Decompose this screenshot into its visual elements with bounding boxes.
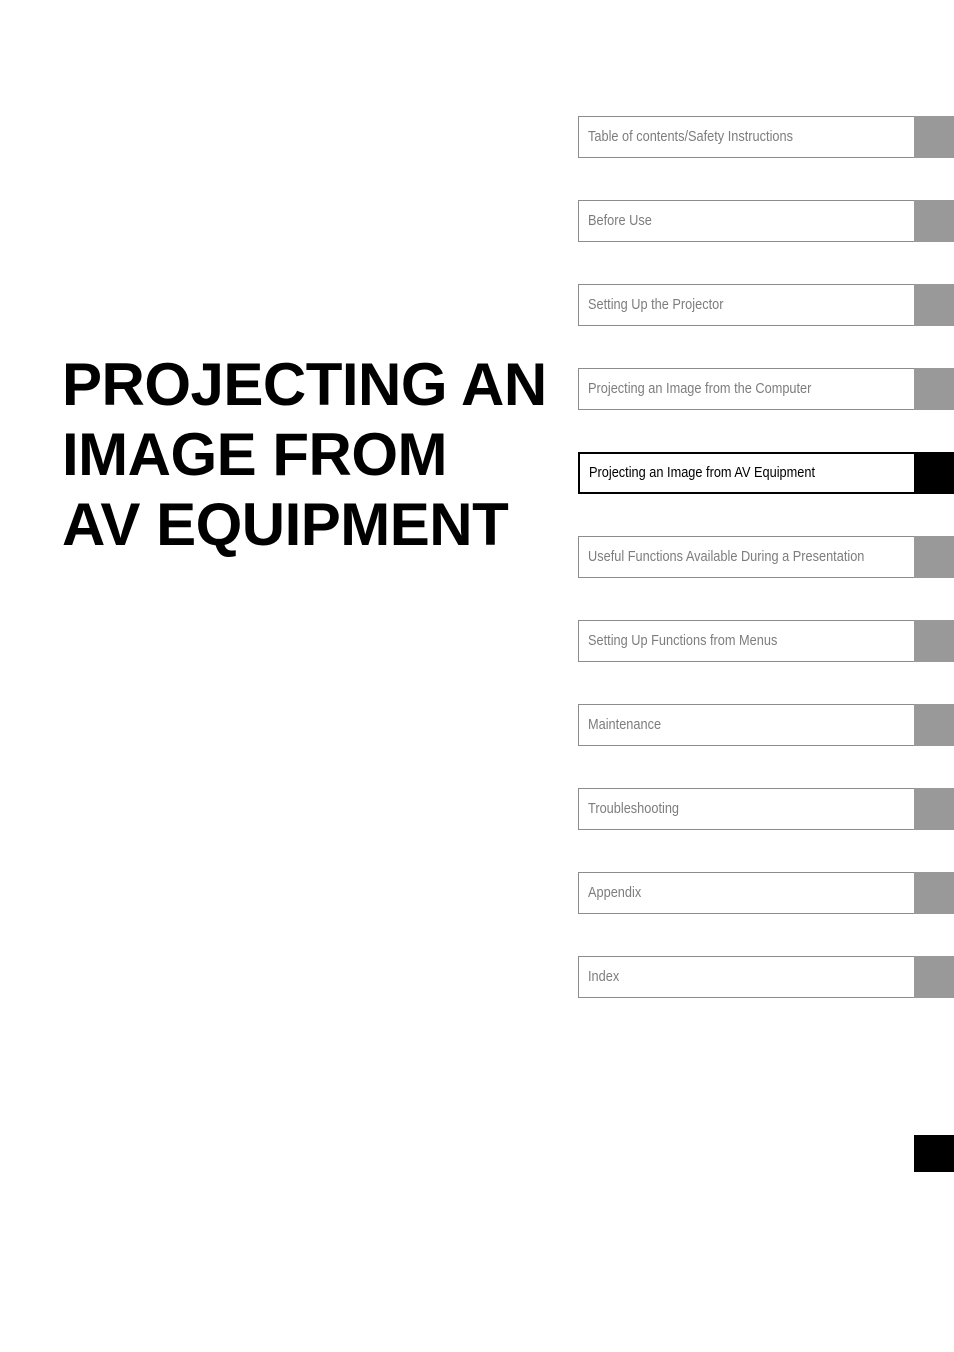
chapter-tab-label: Setting Up Functions from Menus [588, 632, 778, 649]
chapter-tab-marker [914, 284, 954, 326]
chapter-tab-label-box: Setting Up Functions from Menus [578, 620, 914, 662]
chapter-tab-label: Appendix [588, 884, 642, 901]
chapter-tab-label: Table of contents/Safety Instructions [588, 128, 793, 145]
chapter-tab-label-box: Table of contents/Safety Instructions [578, 116, 914, 158]
chapter-tab-index[interactable]: Index [578, 956, 954, 998]
chapter-tab-label: Troubleshooting [588, 800, 680, 817]
chapter-tab-label-box: Index [578, 956, 914, 998]
page-title: PROJECTING AN IMAGE FROM AV EQUIPMENT [62, 350, 562, 560]
page-title-line-2: IMAGE FROM [62, 421, 447, 488]
chapter-tab-maintenance[interactable]: Maintenance [578, 704, 954, 746]
chapter-tab-label-box: Projecting an Image from the Computer [578, 368, 914, 410]
chapter-tab-marker-active [914, 452, 954, 494]
chapter-tab-marker [914, 788, 954, 830]
chapter-tab-setting-up-functions-from-menus[interactable]: Setting Up Functions from Menus [578, 620, 954, 662]
chapter-tab-projecting-from-computer[interactable]: Projecting an Image from the Computer [578, 368, 954, 410]
chapter-tab-table-of-contents[interactable]: Table of contents/Safety Instructions [578, 116, 954, 158]
page-title-line-3: AV EQUIPMENT [62, 491, 509, 558]
chapter-tab-marker [914, 116, 954, 158]
page-title-line-1: PROJECTING AN [62, 351, 547, 418]
chapter-tab-marker [914, 536, 954, 578]
chapter-tab-before-use[interactable]: Before Use [578, 200, 954, 242]
chapter-tab-label: Maintenance [588, 716, 662, 733]
chapter-tab-label-box: Projecting an Image from AV Equipment [578, 452, 914, 494]
chapter-tab-label-box: Troubleshooting [578, 788, 914, 830]
document-page: PROJECTING AN IMAGE FROM AV EQUIPMENT Ta… [0, 0, 954, 1352]
chapter-tab-marker [914, 620, 954, 662]
chapter-tab-projecting-from-av-equipment[interactable]: Projecting an Image from AV Equipment [578, 452, 954, 494]
chapter-tab-label-box: Setting Up the Projector [578, 284, 914, 326]
chapter-tab-label-box: Maintenance [578, 704, 914, 746]
chapter-index: Table of contents/Safety Instructions Be… [578, 116, 954, 1040]
chapter-tab-label: Projecting an Image from the Computer [588, 380, 812, 397]
chapter-tab-label-box: Before Use [578, 200, 914, 242]
chapter-tab-label-box: Useful Functions Available During a Pres… [578, 536, 914, 578]
chapter-tab-marker [914, 368, 954, 410]
chapter-tab-marker [914, 956, 954, 998]
chapter-tab-label: Setting Up the Projector [588, 296, 724, 313]
chapter-tab-useful-functions[interactable]: Useful Functions Available During a Pres… [578, 536, 954, 578]
chapter-tab-marker [914, 200, 954, 242]
chapter-tab-troubleshooting[interactable]: Troubleshooting [578, 788, 954, 830]
chapter-tab-marker [914, 704, 954, 746]
page-edge-thumb-marker [914, 1135, 954, 1172]
chapter-tab-label: Before Use [588, 212, 652, 229]
chapter-tab-appendix[interactable]: Appendix [578, 872, 954, 914]
chapter-tab-label: Index [588, 968, 620, 985]
chapter-tab-setting-up-the-projector[interactable]: Setting Up the Projector [578, 284, 954, 326]
chapter-tab-label: Projecting an Image from AV Equipment [589, 464, 816, 481]
chapter-tab-label-box: Appendix [578, 872, 914, 914]
chapter-tab-label: Useful Functions Available During a Pres… [588, 548, 865, 565]
chapter-tab-marker [914, 872, 954, 914]
